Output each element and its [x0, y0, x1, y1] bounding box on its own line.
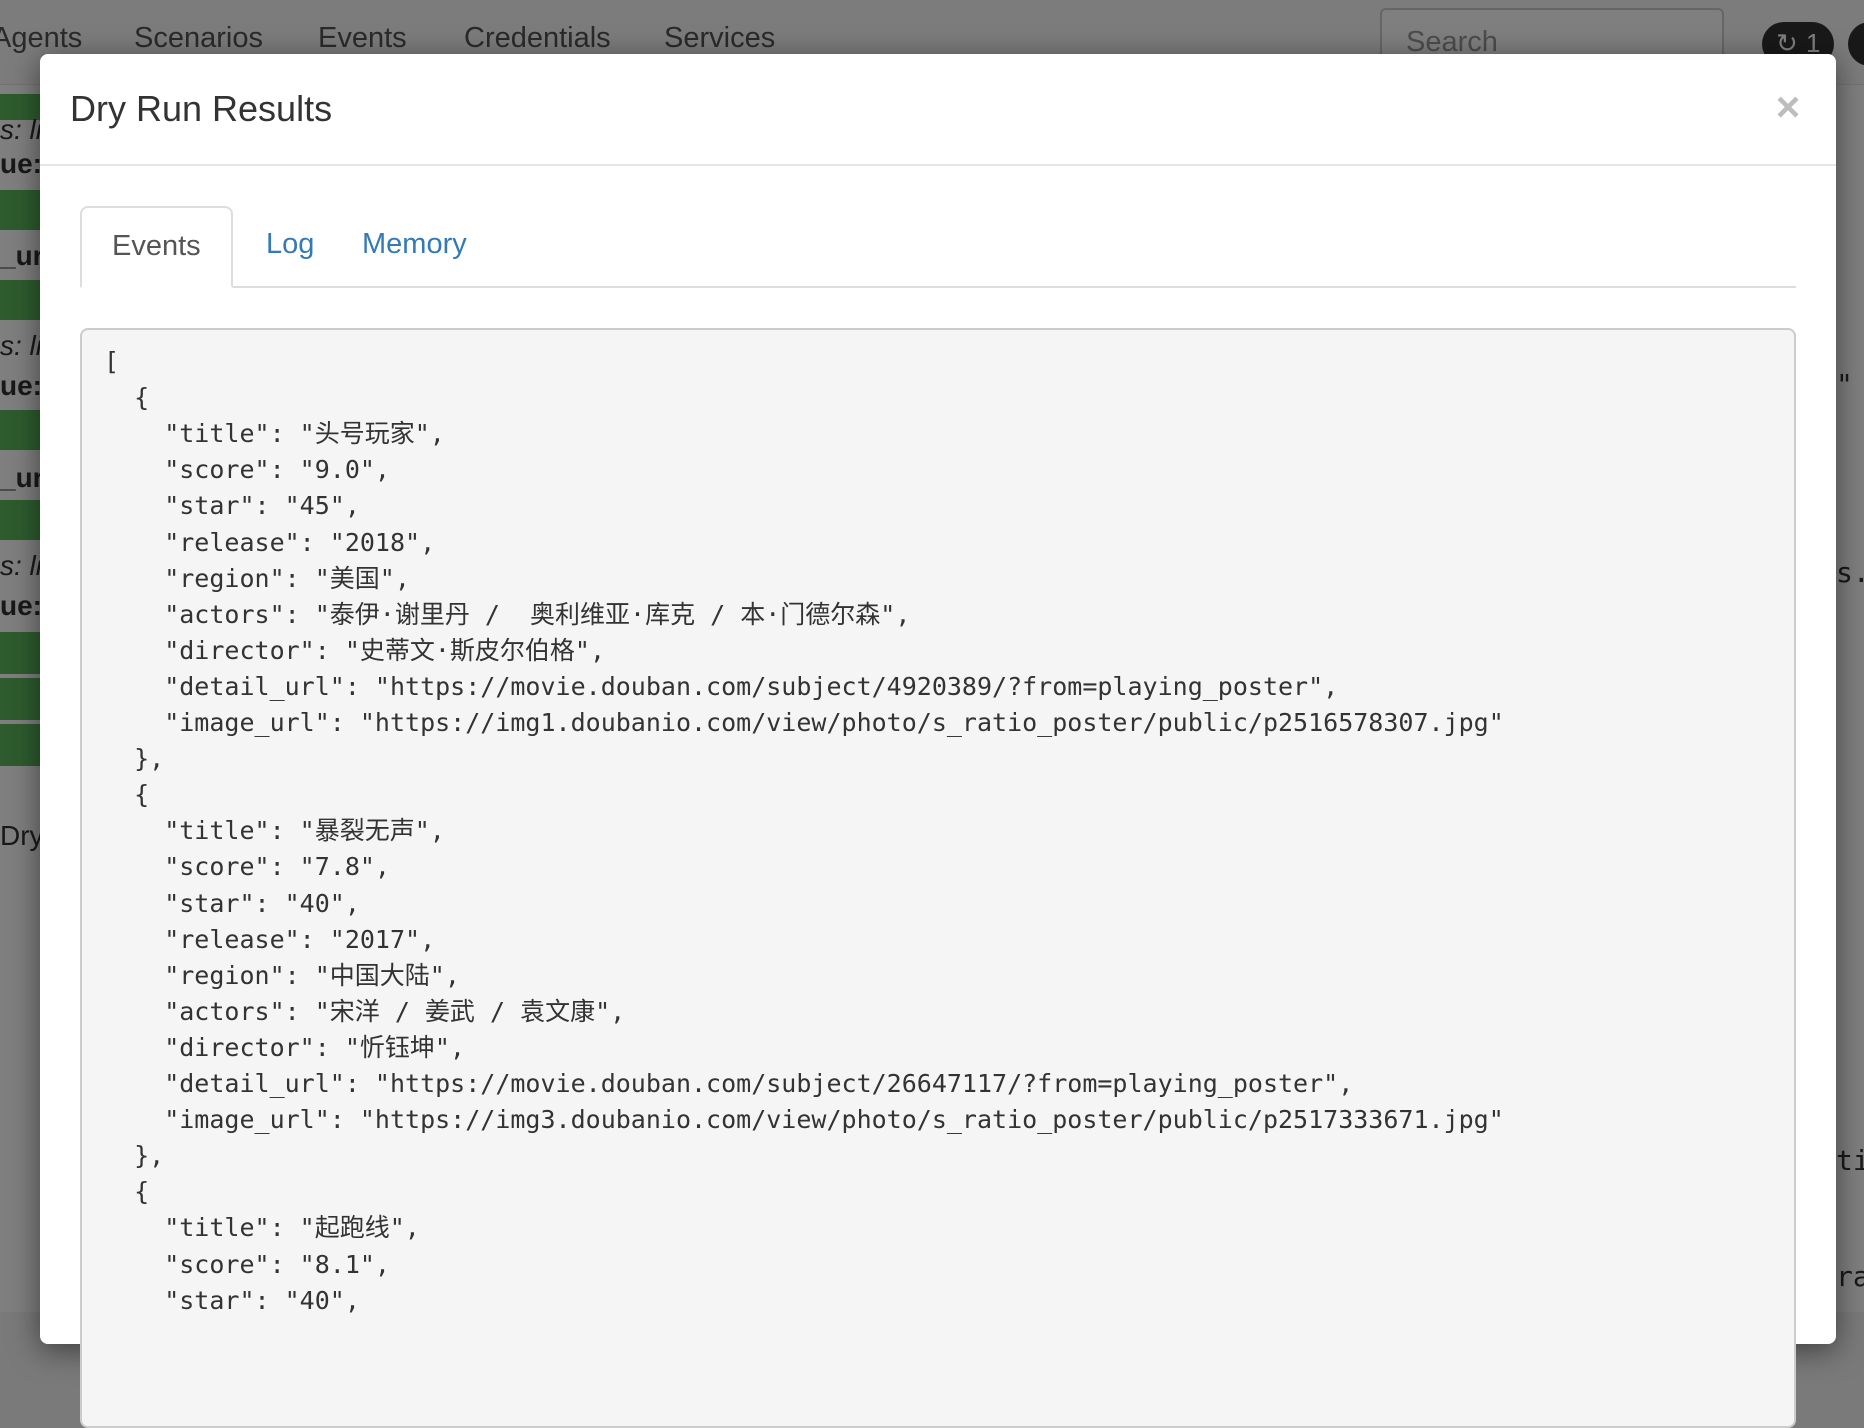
- code-line: "detail_url": "https://movie.douban.com/…: [104, 671, 1339, 701]
- code-line: "image_url": "https://img3.doubanio.com/…: [104, 1105, 1504, 1135]
- modal-title: Dry Run Results: [70, 88, 333, 129]
- code-line: "title": "暴裂无声",: [104, 816, 445, 846]
- code-line: "region": "中国大陆",: [104, 960, 460, 990]
- code-line: "release": "2018",: [104, 527, 436, 557]
- code-line: "detail_url": "https://movie.douban.com/…: [104, 1069, 1354, 1098]
- code-line: "score": "7.8",: [104, 852, 390, 882]
- modal-header: Dry Run Results ×: [40, 54, 1836, 166]
- code-line: "director": "忻钰坤",: [104, 1032, 465, 1062]
- code-line: "actors": "宋洋 / 姜武 / 袁文康",: [104, 996, 626, 1026]
- code-line: "director": "史蒂文·斯皮尔伯格",: [104, 635, 606, 665]
- events-json-output[interactable]: [ { "title": "头号玩家", "score": "9.0", "st…: [80, 328, 1796, 1428]
- code-line: "image_url": "https://img1.doubanio.com/…: [104, 708, 1504, 737]
- code-line: {: [104, 1177, 150, 1207]
- code-line: [: [104, 347, 120, 376]
- code-line: },: [104, 744, 165, 774]
- code-line: "release": "2017",: [104, 924, 436, 954]
- tab-memory[interactable]: Memory: [332, 206, 497, 286]
- code-line: "score": "8.1",: [104, 1249, 390, 1279]
- tab-events[interactable]: Events: [80, 206, 233, 288]
- code-line: "title": "起跑线",: [104, 1213, 420, 1243]
- close-icon[interactable]: ×: [1768, 84, 1808, 130]
- code-line: "score": "9.0",: [104, 455, 390, 485]
- code-line: "region": "美国",: [104, 563, 410, 593]
- code-line: "actors": "泰伊·谢里丹 / 奥利维亚·库克 / 本·门德尔森",: [104, 599, 911, 629]
- result-tabs: Events Log Memory: [80, 206, 1796, 288]
- code-line: "star": "40",: [104, 1285, 360, 1315]
- code-line: },: [104, 1141, 165, 1171]
- code-line: "title": "头号玩家",: [104, 419, 445, 449]
- code-line: "star": "45",: [104, 491, 360, 521]
- code-line: "star": "40",: [104, 888, 360, 918]
- code-line: {: [104, 780, 150, 810]
- tab-log[interactable]: Log: [236, 206, 344, 286]
- dry-run-modal: Dry Run Results × Events Log Memory [ { …: [40, 54, 1836, 1428]
- code-line: {: [104, 383, 150, 413]
